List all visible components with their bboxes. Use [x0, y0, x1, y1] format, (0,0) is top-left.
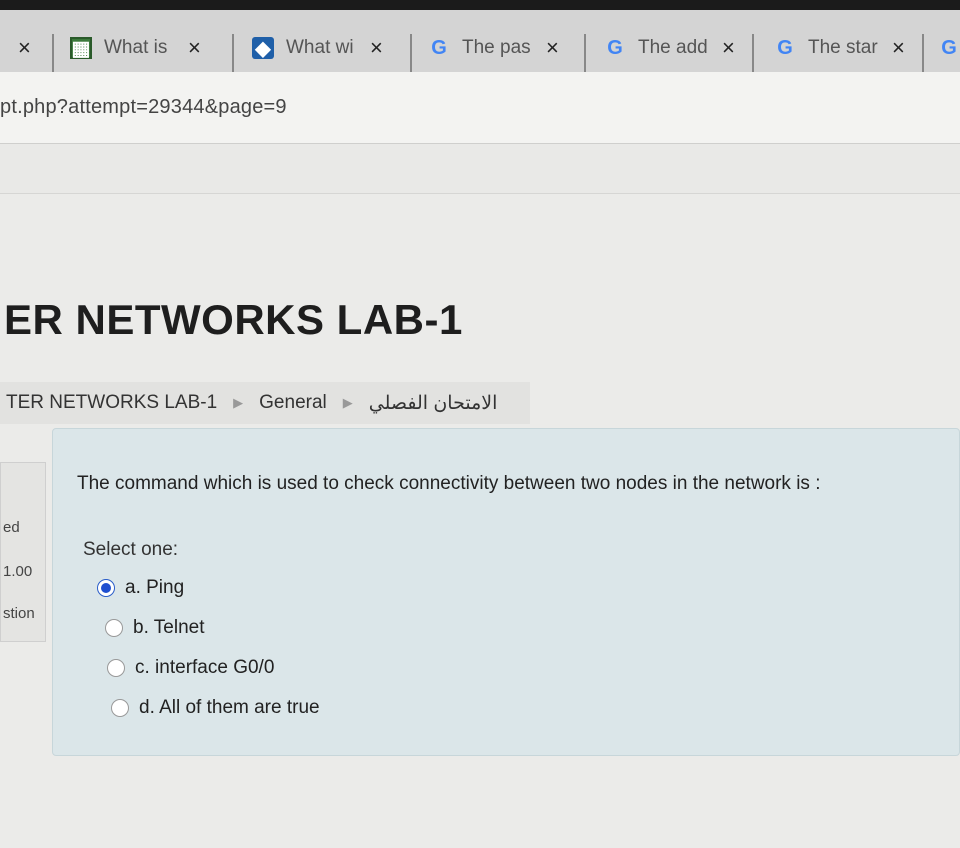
radio-button[interactable] [111, 699, 129, 717]
radio-button[interactable] [105, 619, 123, 637]
breadcrumb-exam-link[interactable]: الامتحان الفصلي [363, 392, 504, 415]
url-text[interactable]: pt.php?attempt=29344&page=9 [0, 96, 287, 119]
tab-separator [232, 34, 234, 72]
answer-label: b. Telnet [133, 617, 205, 638]
tab-close-icon[interactable]: × [188, 35, 201, 61]
select-one-label: Select one: [83, 539, 179, 560]
browser-tab-strip: × ▦ What is × ◆ What wi × G The pas × G … [0, 0, 960, 72]
tab-title: The add [638, 37, 708, 58]
page-title: ER NETWORKS LAB-1 [4, 296, 463, 343]
google-icon: G [777, 36, 793, 59]
tab-separator [922, 34, 924, 72]
question-info-panel: ed 1.00 stion [0, 462, 46, 642]
tab-the-add[interactable]: G The add × [604, 24, 735, 72]
tab-title: What is [104, 37, 168, 58]
answer-label: c. interface G0/0 [135, 657, 275, 678]
edu-icon: ◆ [252, 37, 274, 60]
google-icon: G [607, 36, 623, 59]
tab-what-wi[interactable]: ◆ What wi × [252, 24, 383, 72]
answer-option-a[interactable]: a. Ping [97, 577, 184, 599]
question-box: The command which is used to check conne… [52, 428, 960, 756]
tab-title: The pas [462, 37, 531, 58]
tab-close-icon[interactable]: × [546, 35, 559, 61]
breadcrumb-course-link[interactable]: TER NETWORKS LAB-1 [0, 392, 223, 414]
tab-close-icon[interactable]: × [370, 35, 383, 61]
tab-the-pas[interactable]: G The pas × [428, 24, 559, 72]
tab-separator [410, 34, 412, 72]
tab-close-icon[interactable]: × [18, 35, 31, 61]
breadcrumb-general-link[interactable]: General [253, 392, 333, 414]
question-text: The command which is used to check conne… [77, 473, 821, 494]
breadcrumb: TER NETWORKS LAB-1 ▶ General ▶ الامتحان … [0, 382, 530, 424]
breadcrumb-separator-icon: ▶ [233, 395, 244, 410]
tab-title: What wi [286, 37, 354, 58]
answer-option-b[interactable]: b. Telnet [105, 617, 204, 639]
tab-separator [52, 34, 54, 72]
answer-label: a. Ping [125, 577, 185, 598]
question-status: ed [3, 519, 20, 536]
tab-close-icon[interactable]: × [722, 35, 735, 61]
tab-the-star[interactable]: G The star × [774, 24, 905, 72]
question-marks: 1.00 [3, 563, 33, 580]
tab-separator [584, 34, 586, 72]
tab-separator [752, 34, 754, 72]
address-bar[interactable]: pt.php?attempt=29344&page=9 [0, 72, 960, 144]
tab-title: The star [808, 37, 878, 58]
answer-label: d. All of them are true [139, 697, 320, 718]
radio-button[interactable] [107, 659, 125, 677]
answer-option-d[interactable]: d. All of them are true [111, 697, 320, 719]
flag-question-link[interactable]: stion [3, 605, 35, 622]
google-icon: G [431, 36, 447, 59]
tab-close-icon[interactable]: × [892, 35, 905, 61]
breadcrumb-separator-icon: ▶ [342, 395, 353, 410]
book-icon: ▦ [70, 37, 92, 60]
tab-what-is[interactable]: ▦ What is × [70, 24, 201, 72]
google-icon: G [941, 36, 957, 59]
page-header-band [0, 144, 960, 194]
tab-0[interactable]: × [0, 24, 31, 72]
tab-next[interactable]: G [938, 24, 960, 72]
answer-option-c[interactable]: c. interface G0/0 [107, 657, 274, 679]
radio-button[interactable] [97, 579, 115, 597]
